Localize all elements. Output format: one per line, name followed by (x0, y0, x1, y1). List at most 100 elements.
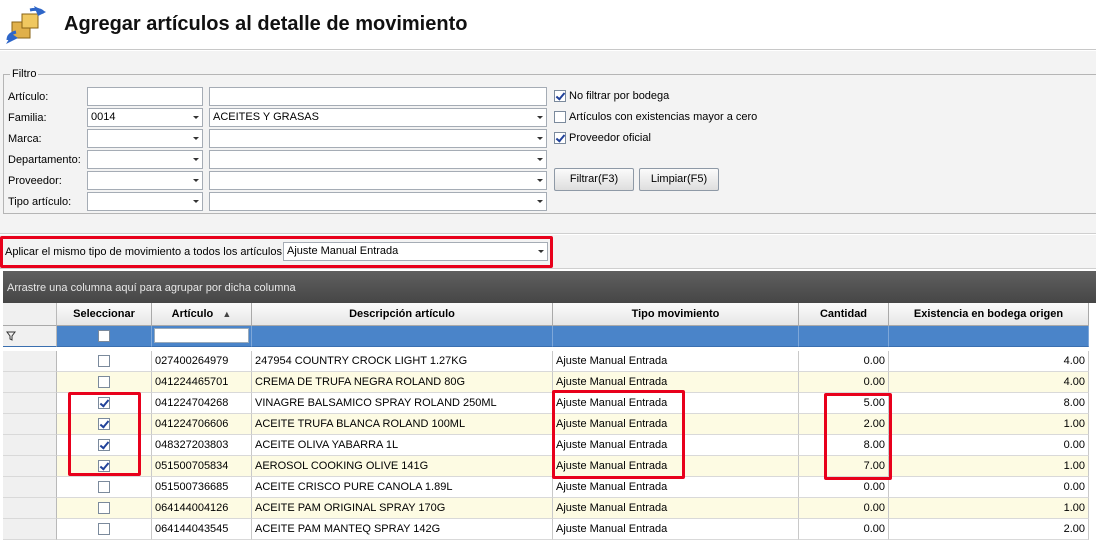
cantidad-cell[interactable]: 0.00 (799, 477, 889, 498)
tipo-movimiento-cell[interactable]: Ajuste Manual Entrada (553, 498, 799, 519)
tipo-articulo-code-combo[interactable] (87, 192, 203, 211)
familia-code-combo[interactable]: 0014 (87, 108, 203, 127)
no-filtrar-bodega-checkbox[interactable] (554, 90, 566, 102)
label-marca: Marca: (8, 133, 42, 145)
departamento-code-combo[interactable] (87, 150, 203, 169)
label-articulo: Artículo: (8, 91, 49, 103)
table-row[interactable]: 027400264979 247954 COUNTRY CROCK LIGHT … (3, 351, 1096, 372)
limpiar-button[interactable]: Limpiar(F5) (639, 168, 719, 191)
select-checkbox[interactable] (98, 355, 110, 367)
proveedor-desc-combo[interactable] (209, 171, 547, 190)
grid-filter-row (3, 326, 1096, 347)
chevron-down-icon[interactable] (193, 137, 199, 140)
column-header-existencia[interactable]: Existencia en bodega origen (889, 303, 1089, 326)
cantidad-cell[interactable]: 0.00 (799, 351, 889, 372)
row-indicator[interactable] (3, 456, 57, 477)
select-cell[interactable] (57, 351, 152, 372)
filter-cell-articulo[interactable] (152, 326, 252, 347)
proveedor-oficial-checkbox[interactable] (554, 132, 566, 144)
row-indicator[interactable] (3, 477, 57, 498)
chevron-down-icon[interactable] (537, 200, 543, 203)
group-by-panel[interactable]: Arrastre una columna aquí para agrupar p… (3, 271, 1096, 303)
row-indicator-header (3, 303, 57, 326)
filter-articulo-input[interactable] (154, 328, 249, 343)
familia-desc-combo[interactable]: ACEITES Y GRASAS (209, 108, 547, 127)
filtrar-button[interactable]: Filtrar(F3) (554, 168, 634, 191)
tipo-articulo-desc-combo[interactable] (209, 192, 547, 211)
tipo-movimiento-cell[interactable]: Ajuste Manual Entrada (553, 477, 799, 498)
table-row[interactable]: 048327203803 ACEITE OLIVA YABARRA 1L Aju… (3, 435, 1096, 456)
filter-cell-cantidad[interactable] (799, 326, 889, 347)
articulo-cell: 051500736685 (152, 477, 252, 498)
chevron-down-icon[interactable] (537, 158, 543, 161)
select-checkbox[interactable] (98, 376, 110, 388)
column-header-articulo[interactable]: Artículo ▲ (152, 303, 252, 326)
highlight-tipo-movimiento (552, 390, 685, 479)
chevron-down-icon[interactable] (537, 179, 543, 182)
table-row[interactable]: 051500705834 AEROSOL COOKING OLIVE 141G … (3, 456, 1096, 477)
row-indicator[interactable] (3, 372, 57, 393)
label-proveedor: Proveedor: (8, 175, 62, 187)
row-indicator[interactable] (3, 498, 57, 519)
articulo-desc-input[interactable] (209, 87, 547, 106)
no-filtrar-bodega-label[interactable]: No filtrar por bodega (569, 90, 669, 102)
descripcion-cell: ACEITE CRISCO PURE CANOLA 1.89L (252, 477, 553, 498)
select-checkbox[interactable] (98, 523, 110, 535)
chevron-down-icon[interactable] (537, 116, 543, 119)
chevron-down-icon[interactable] (193, 179, 199, 182)
row-indicator[interactable] (3, 435, 57, 456)
existencias-mayor-cero-label[interactable]: Artículos con existencias mayor a cero (569, 111, 757, 123)
filter-seleccionar-checkbox[interactable] (98, 330, 110, 342)
table-row[interactable]: 064144004126 ACEITE PAM ORIGINAL SPRAY 1… (3, 498, 1096, 519)
page-title: Agregar artículos al detalle de movimien… (64, 13, 468, 35)
table-row[interactable]: 041224706606 ACEITE TRUFA BLANCA ROLAND … (3, 414, 1096, 435)
select-cell[interactable] (57, 498, 152, 519)
row-indicator[interactable] (3, 393, 57, 414)
cantidad-cell[interactable]: 0.00 (799, 519, 889, 540)
cantidad-cell[interactable]: 0.00 (799, 498, 889, 519)
sort-ascending-icon: ▲ (222, 309, 232, 319)
row-indicator[interactable] (3, 519, 57, 540)
filter-cell-tipo[interactable] (553, 326, 799, 347)
filter-icon[interactable] (6, 331, 16, 341)
existencias-mayor-cero-checkbox[interactable] (554, 111, 566, 123)
existencia-cell: 0.00 (889, 477, 1089, 498)
chevron-down-icon[interactable] (193, 116, 199, 119)
proveedor-oficial-label[interactable]: Proveedor oficial (569, 132, 651, 144)
column-header-cantidad[interactable]: Cantidad (799, 303, 889, 326)
marca-desc-combo[interactable] (209, 129, 547, 148)
column-header-seleccionar[interactable]: Seleccionar (57, 303, 152, 326)
tipo-movimiento-cell[interactable]: Ajuste Manual Entrada (553, 519, 799, 540)
articles-grid: Seleccionar Artículo ▲ Descripción artíc… (3, 303, 1096, 545)
column-header-descripcion[interactable]: Descripción artículo (252, 303, 553, 326)
articulo-cell: 064144004126 (152, 498, 252, 519)
descripcion-cell: 247954 COUNTRY CROCK LIGHT 1.27KG (252, 351, 553, 372)
row-indicator[interactable] (3, 351, 57, 372)
chevron-down-icon[interactable] (193, 200, 199, 203)
chevron-down-icon[interactable] (537, 137, 543, 140)
select-cell[interactable] (57, 519, 152, 540)
table-row[interactable]: 064144043545 ACEITE PAM MANTEQ SPRAY 142… (3, 519, 1096, 540)
table-row[interactable]: 051500736685 ACEITE CRISCO PURE CANOLA 1… (3, 477, 1096, 498)
articulo-cell: 027400264979 (152, 351, 252, 372)
table-row[interactable]: 041224704268 VINAGRE BALSAMICO SPRAY ROL… (3, 393, 1096, 414)
select-checkbox[interactable] (98, 481, 110, 493)
filter-cell-existencia[interactable] (889, 326, 1089, 347)
select-cell[interactable] (57, 477, 152, 498)
chevron-down-icon[interactable] (193, 158, 199, 161)
articulo-code-input[interactable] (87, 87, 203, 106)
filter-legend: Filtro (10, 68, 39, 80)
select-checkbox[interactable] (98, 502, 110, 514)
column-header-tipo-movimiento[interactable]: Tipo movimiento (553, 303, 799, 326)
proveedor-code-combo[interactable] (87, 171, 203, 190)
filter-cell-seleccionar[interactable] (57, 326, 152, 347)
departamento-desc-combo[interactable] (209, 150, 547, 169)
select-cell[interactable] (57, 372, 152, 393)
filter-cell-descripcion[interactable] (252, 326, 553, 347)
cantidad-cell[interactable]: 0.00 (799, 372, 889, 393)
table-row[interactable]: 041224465701 CREMA DE TRUFA NEGRA ROLAND… (3, 372, 1096, 393)
marca-code-combo[interactable] (87, 129, 203, 148)
row-indicator[interactable] (3, 414, 57, 435)
column-header-articulo-label: Artículo (171, 308, 214, 320)
tipo-movimiento-cell[interactable]: Ajuste Manual Entrada (553, 351, 799, 372)
